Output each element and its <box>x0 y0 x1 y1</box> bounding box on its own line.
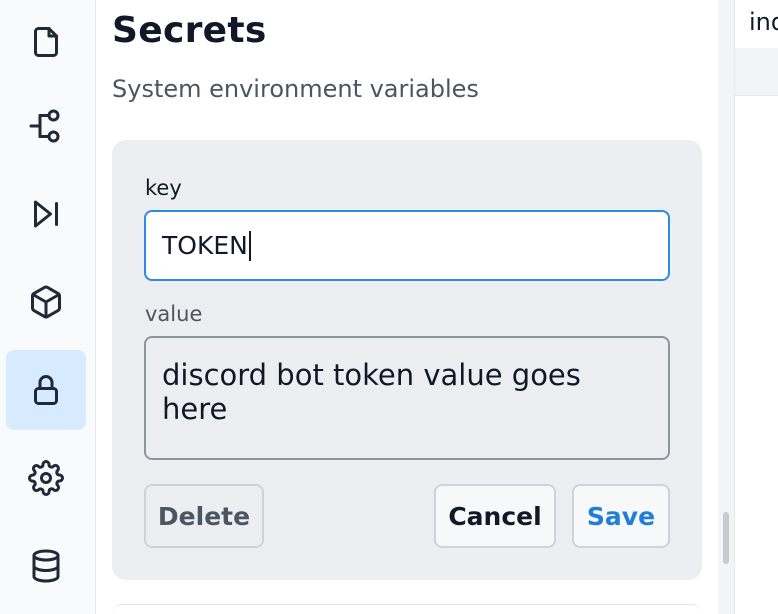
right-pane-text: ind <box>749 8 778 36</box>
save-button[interactable]: Save <box>572 484 670 548</box>
secrets-panel: Secrets System environment variables key… <box>96 0 718 614</box>
sidebar-item-database[interactable] <box>6 526 86 606</box>
file-icon <box>34 27 58 57</box>
sidebar-item-runs[interactable] <box>6 174 86 254</box>
value-textarea-text: discord bot token value goes here <box>162 358 581 426</box>
icon-sidebar <box>0 0 96 614</box>
lock-icon <box>34 375 58 405</box>
text-caret <box>248 230 251 261</box>
sidebar-item-settings[interactable] <box>6 438 86 518</box>
page-subtitle: System environment variables <box>112 75 479 103</box>
sidebar-item-flows[interactable] <box>6 86 86 166</box>
key-label: key <box>145 176 182 200</box>
value-label: value <box>145 302 203 326</box>
cube-icon <box>31 285 61 319</box>
right-pane: ind <box>734 0 778 614</box>
cancel-button[interactable]: Cancel <box>434 484 556 548</box>
page-title: Secrets <box>112 10 267 51</box>
right-pane-header: ind <box>735 0 778 48</box>
secret-editor-card: key TOKEN value discord bot token value … <box>112 140 702 580</box>
database-icon <box>32 549 60 583</box>
gear-icon <box>28 460 64 496</box>
sidebar-item-secrets[interactable] <box>6 350 86 430</box>
key-input-value: TOKEN <box>162 231 248 260</box>
key-input[interactable]: TOKEN <box>144 210 670 281</box>
git-flow-icon <box>29 109 60 143</box>
value-textarea[interactable]: discord bot token value goes here <box>144 336 670 460</box>
sidebar-item-packages[interactable] <box>6 262 86 342</box>
delete-button[interactable]: Delete <box>144 484 264 548</box>
right-pane-band <box>735 48 778 96</box>
panel-scrollbar[interactable] <box>723 512 729 564</box>
next-card-edge <box>112 604 702 614</box>
skip-forward-icon <box>34 200 58 228</box>
sidebar-item-files[interactable] <box>6 2 86 82</box>
